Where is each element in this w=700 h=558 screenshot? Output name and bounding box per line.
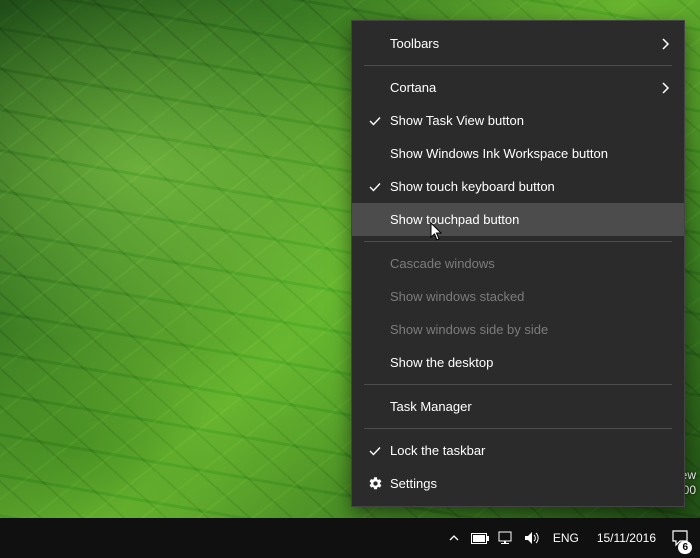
- menu-separator: [364, 241, 672, 242]
- empty-icon: [362, 399, 388, 415]
- menu-item-show-touch-keyboard[interactable]: Show touch keyboard button: [352, 170, 684, 203]
- tray-language-label: ENG: [553, 531, 579, 545]
- menu-item-toolbars[interactable]: Toolbars: [352, 27, 684, 60]
- tray-volume-icon[interactable]: [519, 518, 545, 558]
- menu-item-lock-taskbar[interactable]: Lock the taskbar: [352, 434, 684, 467]
- tray-network-icon[interactable]: [493, 518, 519, 558]
- menu-separator: [364, 65, 672, 66]
- menu-item-show-touchpad[interactable]: Show touchpad button: [352, 203, 684, 236]
- menu-item-label: Task Manager: [388, 399, 670, 414]
- menu-item-label: Show Task View button: [388, 113, 670, 128]
- empty-icon: [362, 289, 388, 305]
- tray-clock[interactable]: 15/11/2016: [587, 518, 666, 558]
- action-center-badge: 6: [678, 541, 692, 554]
- menu-item-label: Show the desktop: [388, 355, 670, 370]
- menu-item-show-windows-side-by-side: Show windows side by side: [352, 313, 684, 346]
- chevron-right-icon: [654, 38, 670, 50]
- menu-item-cascade-windows: Cascade windows: [352, 247, 684, 280]
- empty-icon: [362, 36, 388, 52]
- empty-icon: [362, 322, 388, 338]
- tray-language[interactable]: ENG: [545, 518, 587, 558]
- tray-chevron-up-icon[interactable]: [441, 518, 467, 558]
- checkmark-icon: [362, 113, 388, 129]
- empty-icon: [362, 355, 388, 371]
- taskbar-context-menu: Toolbars Cortana Show Task View button S…: [351, 20, 685, 507]
- menu-item-label: Cortana: [388, 80, 654, 95]
- taskbar[interactable]: ENG 15/11/2016 6: [0, 518, 700, 558]
- menu-item-label: Settings: [388, 476, 670, 491]
- menu-item-show-windows-stacked: Show windows stacked: [352, 280, 684, 313]
- menu-item-show-ink-workspace[interactable]: Show Windows Ink Workspace button: [352, 137, 684, 170]
- menu-item-label: Lock the taskbar: [388, 443, 670, 458]
- menu-item-label: Show windows side by side: [388, 322, 670, 337]
- menu-item-label: Show Windows Ink Workspace button: [388, 146, 670, 161]
- menu-item-label: Toolbars: [388, 36, 654, 51]
- tray-action-center[interactable]: 6: [666, 518, 694, 558]
- menu-item-label: Show windows stacked: [388, 289, 670, 304]
- menu-item-show-the-desktop[interactable]: Show the desktop: [352, 346, 684, 379]
- menu-item-label: Cascade windows: [388, 256, 670, 271]
- checkmark-icon: [362, 443, 388, 459]
- empty-icon: [362, 256, 388, 272]
- menu-item-settings[interactable]: Settings: [352, 467, 684, 500]
- menu-item-show-task-view[interactable]: Show Task View button: [352, 104, 684, 137]
- menu-item-cortana[interactable]: Cortana: [352, 71, 684, 104]
- chevron-right-icon: [654, 82, 670, 94]
- gear-icon: [362, 476, 388, 492]
- menu-item-task-manager[interactable]: Task Manager: [352, 390, 684, 423]
- menu-item-label: Show touchpad button: [388, 212, 670, 227]
- tray-date: 15/11/2016: [597, 532, 656, 545]
- menu-separator: [364, 428, 672, 429]
- empty-icon: [362, 212, 388, 228]
- menu-separator: [364, 384, 672, 385]
- menu-item-label: Show touch keyboard button: [388, 179, 670, 194]
- tray-battery-icon[interactable]: [467, 518, 493, 558]
- empty-icon: [362, 80, 388, 96]
- empty-icon: [362, 146, 388, 162]
- checkmark-icon: [362, 179, 388, 195]
